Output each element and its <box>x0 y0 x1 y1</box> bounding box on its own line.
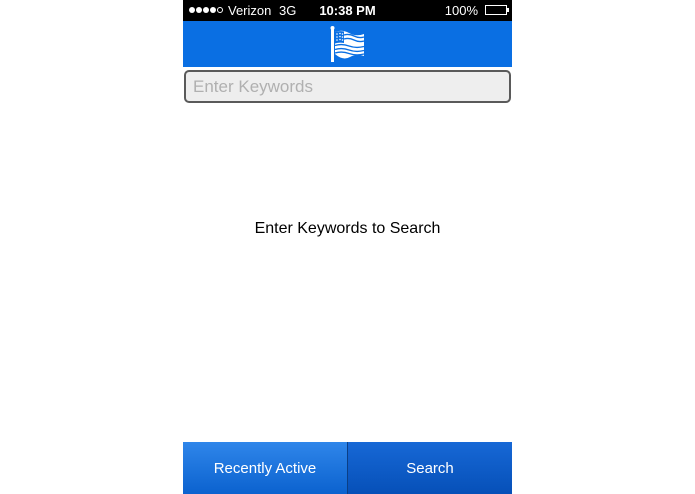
screen-canvas: Verizon 3G 10:38 PM 100% Enter Keywords … <box>0 0 695 494</box>
battery-nub <box>507 8 509 12</box>
status-bar: Verizon 3G 10:38 PM 100% <box>183 0 512 21</box>
tab-recently-active[interactable]: Recently Active <box>183 442 348 494</box>
keyword-search-input[interactable] <box>186 72 509 101</box>
battery-icon <box>485 5 507 15</box>
bottom-tab-bar: Recently Active Search <box>183 442 512 494</box>
battery-percent: 100% <box>444 3 478 18</box>
tab-label: Search <box>406 459 454 477</box>
app-screen: Verizon 3G 10:38 PM 100% Enter Keywords … <box>183 0 512 494</box>
empty-state-message: Enter Keywords to Search <box>254 220 441 237</box>
nav-bar <box>183 21 512 67</box>
search-field[interactable] <box>184 70 511 103</box>
tab-label: Recently Active <box>213 459 317 477</box>
american-flag-icon <box>330 26 365 62</box>
tab-search[interactable]: Search <box>348 442 512 494</box>
